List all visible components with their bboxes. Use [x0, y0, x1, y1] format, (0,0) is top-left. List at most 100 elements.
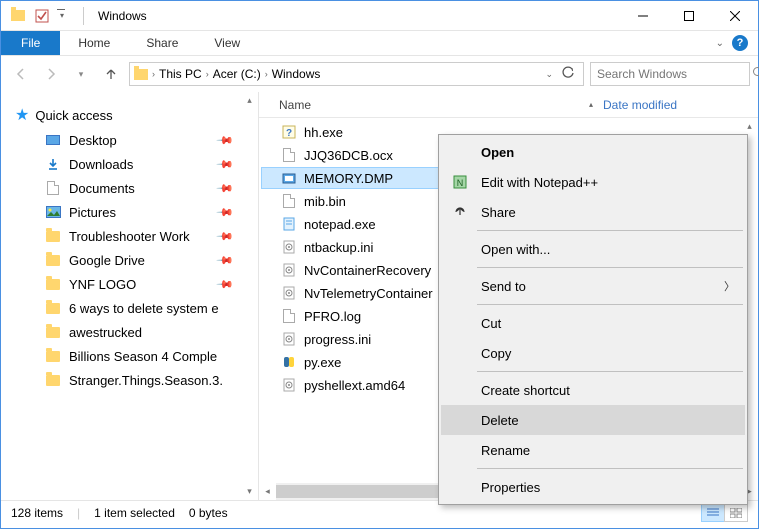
chevron-icon[interactable]: ›: [265, 69, 268, 79]
up-button[interactable]: [99, 62, 123, 86]
navigation-pane: ▴ ★ Quick access Desktop📌Downloads📌Docum…: [1, 92, 259, 500]
view-details-button[interactable]: [701, 504, 725, 522]
status-size: 0 bytes: [189, 506, 228, 520]
file-icon: [281, 170, 297, 186]
tab-view[interactable]: View: [196, 31, 258, 55]
view-thumbnails-button[interactable]: [724, 504, 748, 522]
menu-item[interactable]: Copy: [441, 338, 745, 368]
monitor-icon: [45, 132, 61, 148]
scroll-left-icon[interactable]: ◂: [259, 483, 276, 500]
sidebar-item[interactable]: Troubleshooter Work📌: [11, 224, 258, 248]
refresh-icon[interactable]: [561, 66, 575, 83]
file-icon: [281, 262, 297, 278]
tab-home[interactable]: Home: [60, 31, 128, 55]
sidebar-item[interactable]: awestrucked: [11, 320, 258, 344]
menu-item-label: Properties: [481, 480, 540, 495]
pin-icon: 📌: [216, 155, 235, 174]
status-selected: 1 item selected: [94, 506, 175, 520]
close-button[interactable]: [712, 1, 758, 31]
properties-icon[interactable]: [31, 5, 53, 27]
menu-item-label: Copy: [481, 346, 511, 361]
quick-access-header[interactable]: ★ Quick access: [11, 102, 258, 128]
sidebar-item[interactable]: Pictures 📌: [11, 200, 258, 224]
menu-item[interactable]: Cut: [441, 308, 745, 338]
maximize-button[interactable]: [666, 1, 712, 31]
pin-icon: 📌: [216, 275, 235, 294]
file-icon: [281, 285, 297, 301]
menu-item[interactable]: Open: [441, 137, 745, 167]
chevron-icon[interactable]: ›: [152, 69, 155, 79]
back-button[interactable]: [9, 62, 33, 86]
menu-separator: [477, 267, 743, 268]
ribbon-expand-icon[interactable]: ⌄: [716, 38, 724, 49]
submenu-arrow-icon: 〉: [724, 278, 735, 294]
file-name: NvTelemetryContainer: [304, 286, 433, 301]
search-icon[interactable]: [752, 66, 759, 82]
menu-separator: [477, 304, 743, 305]
sidebar-item[interactable]: YNF LOGO📌: [11, 272, 258, 296]
scroll-up-icon[interactable]: ▴: [741, 118, 758, 135]
file-icon: [281, 354, 297, 370]
menu-item[interactable]: Delete: [441, 405, 745, 435]
search-input[interactable]: [597, 67, 752, 81]
menu-item[interactable]: Share: [441, 197, 745, 227]
forward-button[interactable]: [39, 62, 63, 86]
menu-item[interactable]: Properties: [441, 472, 745, 502]
file-name: ntbackup.ini: [304, 240, 373, 255]
svg-text:?: ?: [286, 128, 292, 139]
sidebar-item[interactable]: Desktop 📌: [11, 128, 258, 152]
folder-icon[interactable]: [7, 5, 29, 27]
context-menu: Open N Edit with Notepad++ Share Open with..…: [438, 134, 748, 505]
menu-item[interactable]: Send to〉: [441, 271, 745, 301]
sidebar-item-label: Pictures: [69, 205, 116, 220]
menu-separator: [477, 371, 743, 372]
address-bar[interactable]: › This PC › Acer (C:) › Windows ⌄: [129, 62, 584, 86]
menu-item-label: Cut: [481, 316, 501, 331]
qat-dropdown-icon[interactable]: ▾: [55, 5, 77, 27]
scroll-up-icon[interactable]: ▴: [241, 92, 258, 109]
window-title: Windows: [98, 9, 147, 23]
crumb-folder[interactable]: Windows: [270, 67, 323, 81]
pin-icon: 📌: [216, 131, 235, 150]
menu-separator: [477, 468, 743, 469]
window-controls: [620, 1, 758, 31]
recent-dropdown-icon[interactable]: ▾: [69, 62, 93, 86]
sidebar-item[interactable]: Downloads📌: [11, 152, 258, 176]
menu-item[interactable]: Create shortcut: [441, 375, 745, 405]
svg-text:N: N: [457, 178, 464, 188]
pin-icon: 📌: [216, 251, 235, 270]
npp-icon: N: [449, 171, 471, 193]
crumb-drive[interactable]: Acer (C:): [211, 67, 263, 81]
status-view-switcher: [702, 504, 748, 522]
menu-item[interactable]: Rename: [441, 435, 745, 465]
help-icon[interactable]: ?: [732, 35, 748, 51]
sidebar-item[interactable]: Stranger.Things.Season.3.: [11, 368, 258, 392]
sidebar-item-label: Google Drive: [69, 253, 145, 268]
minimize-button[interactable]: [620, 1, 666, 31]
address-dropdown-icon[interactable]: ⌄: [545, 69, 553, 80]
folder-icon: [45, 276, 61, 292]
tab-share[interactable]: Share: [128, 31, 196, 55]
scroll-down-icon[interactable]: ▾: [241, 483, 258, 500]
sidebar-item[interactable]: Documents📌: [11, 176, 258, 200]
file-tab[interactable]: File: [1, 31, 60, 55]
file-icon: [281, 239, 297, 255]
column-name[interactable]: Name: [259, 98, 589, 112]
file-icon: [281, 193, 297, 209]
sidebar-item-label: Desktop: [69, 133, 117, 148]
chevron-icon[interactable]: ›: [206, 69, 209, 79]
sidebar-item[interactable]: Google Drive 📌: [11, 248, 258, 272]
menu-item[interactable]: Open with...: [441, 234, 745, 264]
file-icon: [281, 377, 297, 393]
menu-item[interactable]: N Edit with Notepad++: [441, 167, 745, 197]
menu-item-label: Create shortcut: [481, 383, 570, 398]
pin-icon: 📌: [216, 203, 235, 222]
column-date[interactable]: Date modified: [593, 98, 758, 112]
sidebar-item[interactable]: Billions Season 4 Comple: [11, 344, 258, 368]
crumb-this-pc[interactable]: This PC: [157, 67, 204, 81]
menu-item-label: Edit with Notepad++: [481, 175, 598, 190]
sidebar-item[interactable]: 6 ways to delete system e: [11, 296, 258, 320]
file-name: NvContainerRecovery: [304, 263, 431, 278]
folder-icon: [45, 252, 61, 268]
search-box[interactable]: [590, 62, 750, 86]
